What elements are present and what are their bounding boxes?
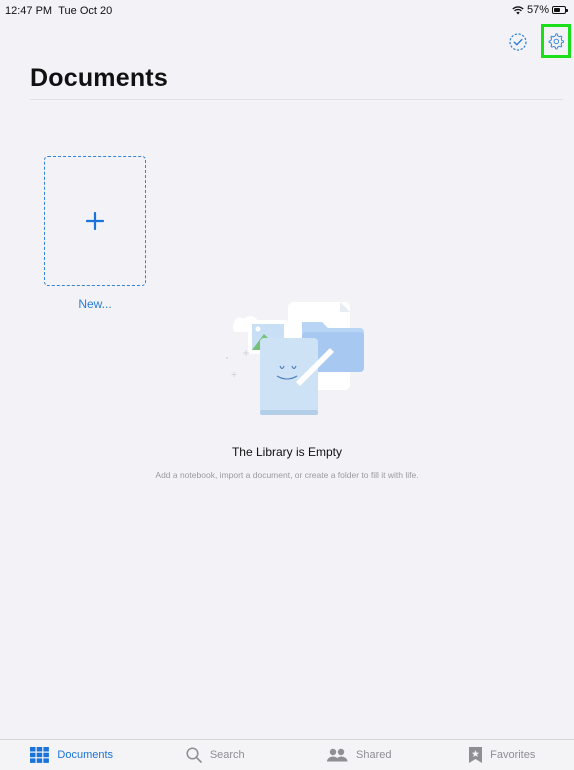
magnifier-icon [186, 747, 202, 763]
tab-favorites-label: Favorites [490, 749, 536, 761]
tab-shared-label: Shared [356, 749, 392, 761]
select-checkmark-icon [509, 33, 527, 51]
status-time-date: 12:47 PM Tue Oct 20 [5, 5, 112, 17]
settings-button[interactable] [541, 24, 571, 58]
tab-search[interactable]: Search [144, 740, 288, 770]
title-divider [30, 99, 563, 100]
battery-fill [554, 8, 560, 12]
empty-library-illustration [226, 302, 364, 415]
status-date: Tue Oct 20 [58, 5, 113, 17]
star-bookmark-icon [469, 747, 483, 763]
tab-search-label: Search [209, 749, 245, 761]
status-time: 12:47 PM [5, 5, 53, 17]
tab-documents-label: Documents [57, 749, 114, 761]
gear-icon [548, 33, 564, 50]
tab-shared[interactable]: Shared [287, 740, 431, 770]
tab-documents[interactable]: Documents [0, 740, 144, 770]
new-document-label[interactable]: New... [44, 297, 146, 311]
empty-state-subtitle: Add a notebook, import a document, or cr… [155, 470, 419, 480]
tab-bar: Documents Search Shared Favorites [0, 739, 574, 770]
status-indicators: 57% [512, 4, 568, 16]
battery-icon [552, 6, 568, 14]
wifi-icon [512, 5, 524, 14]
grid-icon [30, 747, 50, 763]
page-title: Documents [30, 64, 168, 92]
status-bar: 12:47 PM Tue Oct 20 57% [0, 0, 574, 20]
people-icon [327, 748, 348, 762]
battery-percent: 57% [526, 4, 549, 16]
empty-state-title: The Library is Empty [231, 445, 343, 459]
plus-icon [86, 212, 104, 230]
tab-favorites[interactable]: Favorites [431, 740, 574, 770]
new-document-card[interactable] [44, 156, 146, 286]
select-button[interactable] [505, 29, 531, 55]
